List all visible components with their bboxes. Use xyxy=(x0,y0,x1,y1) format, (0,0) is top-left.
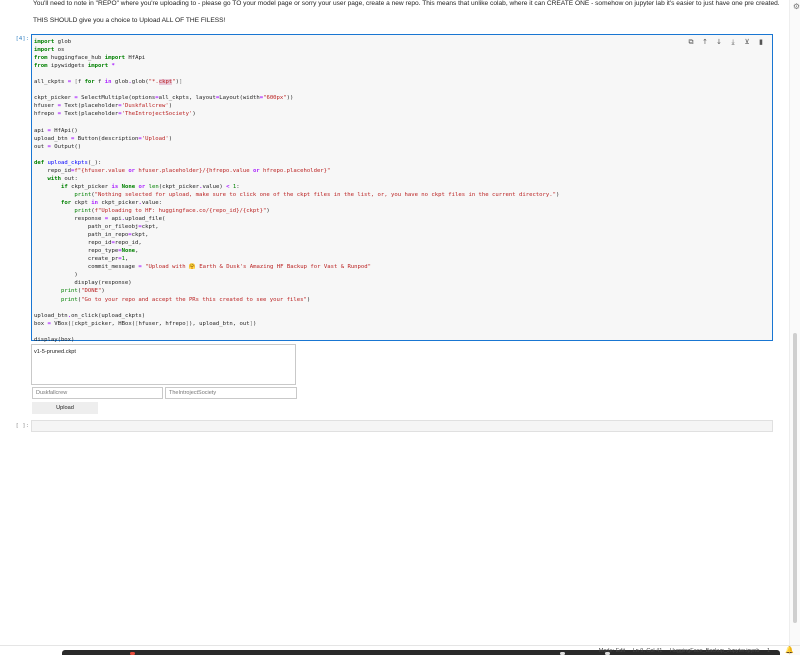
status-bar: Mode: Edit Ln 9, Col 41 HuggingFace_Back… xyxy=(593,648,770,654)
upload-button[interactable]: Upload xyxy=(32,402,98,414)
arrow-up-icon[interactable]: ↑ xyxy=(700,38,710,46)
hfuser-input[interactable] xyxy=(32,387,163,399)
markdown-line-2: THIS SHOULD give you a choice to Upload … xyxy=(33,17,226,24)
ckpt-option[interactable]: v1-5-pruned.ckpt xyxy=(32,345,295,355)
code-content: import glob import os from huggingface_h… xyxy=(34,39,560,343)
empty-cell-prompt: [ ]: xyxy=(15,423,29,429)
status-file: HuggingFace_Backup_Jupyter.ipynb xyxy=(669,648,760,654)
status-count: 1 xyxy=(766,648,770,654)
arrow-down-icon[interactable]: ↓ xyxy=(714,38,724,46)
delete-icon[interactable]: ▮ xyxy=(756,38,766,46)
scroll-thumb[interactable] xyxy=(793,333,797,623)
merge-icon[interactable]: ⊻ xyxy=(742,38,752,46)
cell-toolbar: ⧉ ↑ ↓ ⤓ ⊻ ▮ xyxy=(686,38,766,47)
divider xyxy=(0,645,800,646)
copy-icon[interactable]: ⧉ xyxy=(686,38,696,46)
vertical-scrollbar[interactable] xyxy=(789,0,800,655)
bell-icon[interactable]: 🔔 xyxy=(785,646,794,654)
ckpt-select-multiple[interactable]: v1-5-pruned.ckpt xyxy=(31,344,296,385)
hfrepo-input[interactable] xyxy=(165,387,297,399)
insert-below-icon[interactable]: ⤓ xyxy=(728,38,738,46)
status-mode: Mode: Edit xyxy=(598,648,626,654)
code-cell-prompt: [4]: xyxy=(15,36,29,42)
code-cell-editor[interactable]: ⧉ ↑ ↓ ⤓ ⊻ ▮ import glob import os from h… xyxy=(31,34,773,343)
status-position: Ln 9, Col 41 xyxy=(632,648,663,654)
empty-code-cell[interactable] xyxy=(31,420,773,432)
gear-icon[interactable]: ⚙ xyxy=(793,2,800,11)
markdown-line-1: You'll need to note in "REPO" where you'… xyxy=(33,0,780,7)
